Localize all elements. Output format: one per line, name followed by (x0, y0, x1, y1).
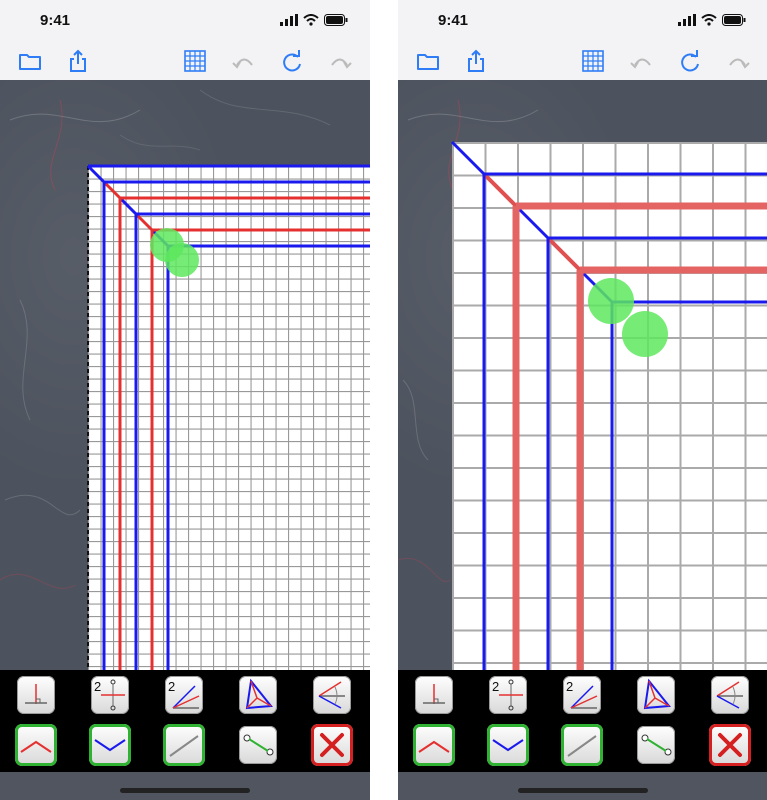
wifi-icon (303, 14, 319, 26)
halve-icon: 2 (94, 679, 125, 711)
valley-fold-icon (492, 739, 524, 752)
angle-icon (716, 681, 743, 709)
folder-icon[interactable] (17, 48, 43, 74)
perpendicular-icon (25, 684, 47, 704)
delete-tool[interactable] (311, 724, 353, 766)
angle-tool[interactable] (711, 676, 749, 714)
crease-pattern-canvas[interactable] (0, 80, 370, 670)
perpendicular-tool[interactable] (415, 676, 453, 714)
home-indicator[interactable] (518, 788, 648, 793)
crease-pattern-svg-right[interactable] (398, 80, 767, 670)
selection-marker-1[interactable] (588, 278, 634, 324)
top-navigation-bar: 9:41 (398, 0, 767, 80)
close-icon (320, 733, 344, 757)
halve-label: 2 (94, 679, 101, 694)
redo-icon[interactable] (725, 48, 751, 74)
rotate-icon[interactable] (279, 48, 305, 74)
halve-tool[interactable]: 2 (489, 676, 527, 714)
halve-label: 2 (492, 679, 499, 694)
selection-marker-2[interactable] (622, 311, 668, 357)
segment-tool[interactable] (637, 726, 675, 764)
signal-icon (280, 14, 298, 26)
share-icon[interactable] (65, 48, 91, 74)
grid-icon[interactable] (182, 48, 208, 74)
crease-pattern-canvas[interactable] (398, 80, 767, 670)
wifi-icon (701, 14, 717, 26)
mountain-fold-tool[interactable] (15, 724, 57, 766)
triangle-center-tool[interactable] (239, 676, 277, 714)
valley-fold-tool[interactable] (89, 724, 131, 766)
halve-tool[interactable]: 2 (91, 676, 129, 714)
tool-palette: 2 2 (398, 670, 767, 772)
valley-fold-tool[interactable] (487, 724, 529, 766)
triangle-center-icon (643, 678, 671, 710)
triangle-center-tool[interactable] (637, 676, 675, 714)
status-time: 9:41 (40, 12, 71, 29)
undo-icon[interactable] (231, 48, 257, 74)
home-indicator-area (398, 772, 767, 800)
segment-tool[interactable] (239, 726, 277, 764)
battery-icon (722, 14, 746, 26)
status-icons (280, 14, 348, 26)
top-navigation-bar: 9:41 (0, 0, 370, 80)
folder-icon[interactable] (415, 48, 441, 74)
bisect-angle-label: 2 (168, 679, 175, 694)
angle-tool[interactable] (313, 676, 351, 714)
crease-pattern-svg-left[interactable] (0, 80, 370, 670)
mountain-fold-icon (20, 740, 52, 753)
battery-icon (324, 14, 348, 26)
segment-icon (641, 734, 672, 756)
bisect-angle-tool[interactable]: 2 (563, 676, 601, 714)
bisect-angle-icon: 2 (566, 679, 598, 709)
tool-palette: 2 2 (0, 670, 370, 772)
redo-icon[interactable] (327, 48, 353, 74)
halve-icon: 2 (492, 679, 523, 711)
aux-line-icon (169, 735, 199, 757)
home-indicator-area (0, 772, 370, 800)
grid-icon[interactable] (580, 48, 606, 74)
rotate-icon[interactable] (677, 48, 703, 74)
signal-icon (678, 14, 696, 26)
phone-screen-right: 9:41 2 2 (398, 0, 767, 800)
home-indicator[interactable] (120, 788, 250, 793)
triangle-center-icon (245, 678, 273, 710)
share-icon[interactable] (463, 48, 489, 74)
bisect-angle-icon: 2 (168, 679, 200, 709)
selection-marker-2[interactable] (165, 243, 199, 277)
aux-line-tool[interactable] (561, 724, 603, 766)
bisect-angle-label: 2 (566, 679, 573, 694)
close-icon (718, 733, 742, 757)
paper-grid (452, 142, 767, 670)
undo-icon[interactable] (629, 48, 655, 74)
aux-line-tool[interactable] (163, 724, 205, 766)
segment-icon (243, 734, 274, 756)
status-time: 9:41 (438, 12, 469, 29)
perpendicular-tool[interactable] (17, 676, 55, 714)
phone-screen-left: 9:41 2 2 (0, 0, 370, 800)
status-icons (678, 14, 746, 26)
angle-icon (318, 681, 345, 709)
delete-tool[interactable] (709, 724, 751, 766)
paper-grid (88, 166, 370, 670)
valley-fold-icon (94, 739, 126, 752)
bisect-angle-tool[interactable]: 2 (165, 676, 203, 714)
mountain-fold-tool[interactable] (413, 724, 455, 766)
perpendicular-icon (423, 684, 445, 704)
aux-line-icon (567, 735, 597, 757)
mountain-fold-icon (418, 740, 450, 753)
